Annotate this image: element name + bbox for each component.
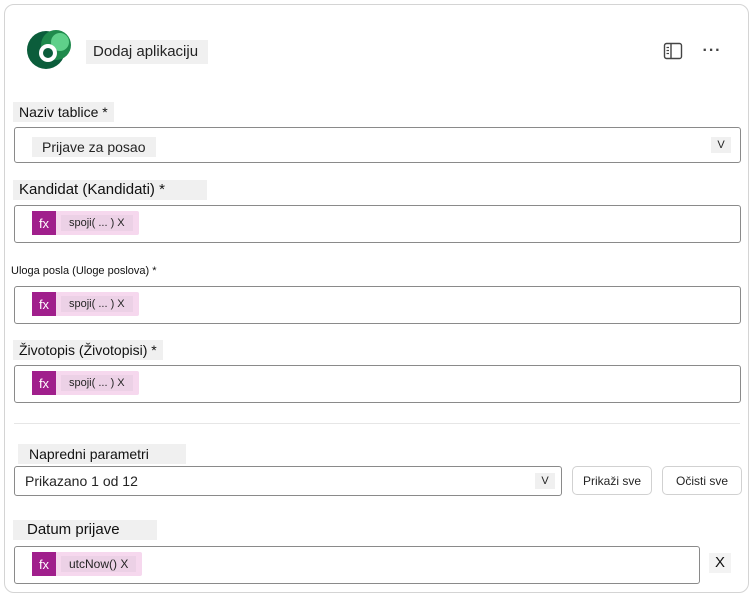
resume-label: Životopis (Životopisi) *	[13, 340, 163, 360]
more-label: ···	[702, 42, 722, 59]
page-title: Dodaj aplikaciju	[86, 40, 209, 64]
candidate-token-text: spoji( ... ) X	[61, 215, 133, 231]
apply-date-token-text: utcNow() X	[61, 556, 137, 572]
advanced-params-label: Napredni parametri	[18, 444, 186, 464]
candidate-token[interactable]: fx spoji( ... ) X	[32, 211, 139, 235]
job-role-field[interactable]: fx spoji( ... ) X	[14, 286, 741, 324]
resume-token-text: spoji( ... ) X	[61, 375, 133, 391]
apply-date-label: Datum prijave	[13, 520, 157, 540]
fx-icon: fx	[32, 552, 56, 576]
resume-token[interactable]: fx spoji( ... ) X	[32, 371, 139, 395]
job-role-token-text: spoji( ... ) X	[61, 296, 133, 312]
job-role-label: Uloga posla (Uloge poslova) *	[11, 265, 157, 277]
table-name-select[interactable]: Prijave za posao V	[14, 127, 741, 163]
apply-date-token[interactable]: fx utcNow() X	[32, 552, 143, 576]
table-name-value: Prijave za posao	[32, 137, 156, 157]
fx-icon: fx	[32, 211, 56, 235]
ellipsis-icon[interactable]: ···	[700, 40, 724, 62]
resume-field[interactable]: fx spoji( ... ) X	[14, 365, 741, 403]
dataverse-logo-icon	[27, 30, 71, 69]
job-role-token[interactable]: fx spoji( ... ) X	[32, 292, 139, 316]
fx-icon: fx	[32, 292, 56, 316]
chevron-down-icon: V	[535, 473, 555, 489]
clear-all-button[interactable]: Očisti sve	[662, 466, 742, 495]
chevron-down-icon: V	[711, 137, 731, 153]
apply-date-field[interactable]: fx utcNow() X	[14, 546, 700, 584]
advanced-params-value: Prikazano 1 od 12	[25, 473, 138, 489]
show-all-button[interactable]: Prikaži sve	[572, 466, 652, 495]
fx-icon: fx	[32, 371, 56, 395]
page-title-text: Dodaj aplikaciju	[93, 43, 199, 60]
panel-icon[interactable]	[661, 40, 685, 62]
candidate-field[interactable]: fx spoji( ... ) X	[14, 205, 741, 243]
section-divider	[14, 423, 740, 424]
remove-field-button[interactable]: X	[709, 553, 731, 573]
table-name-label: Naziv tablice *	[13, 102, 114, 122]
advanced-params-select[interactable]: Prikazano 1 od 12 V	[14, 466, 562, 496]
candidate-label: Kandidat (Kandidati) *	[13, 180, 207, 200]
